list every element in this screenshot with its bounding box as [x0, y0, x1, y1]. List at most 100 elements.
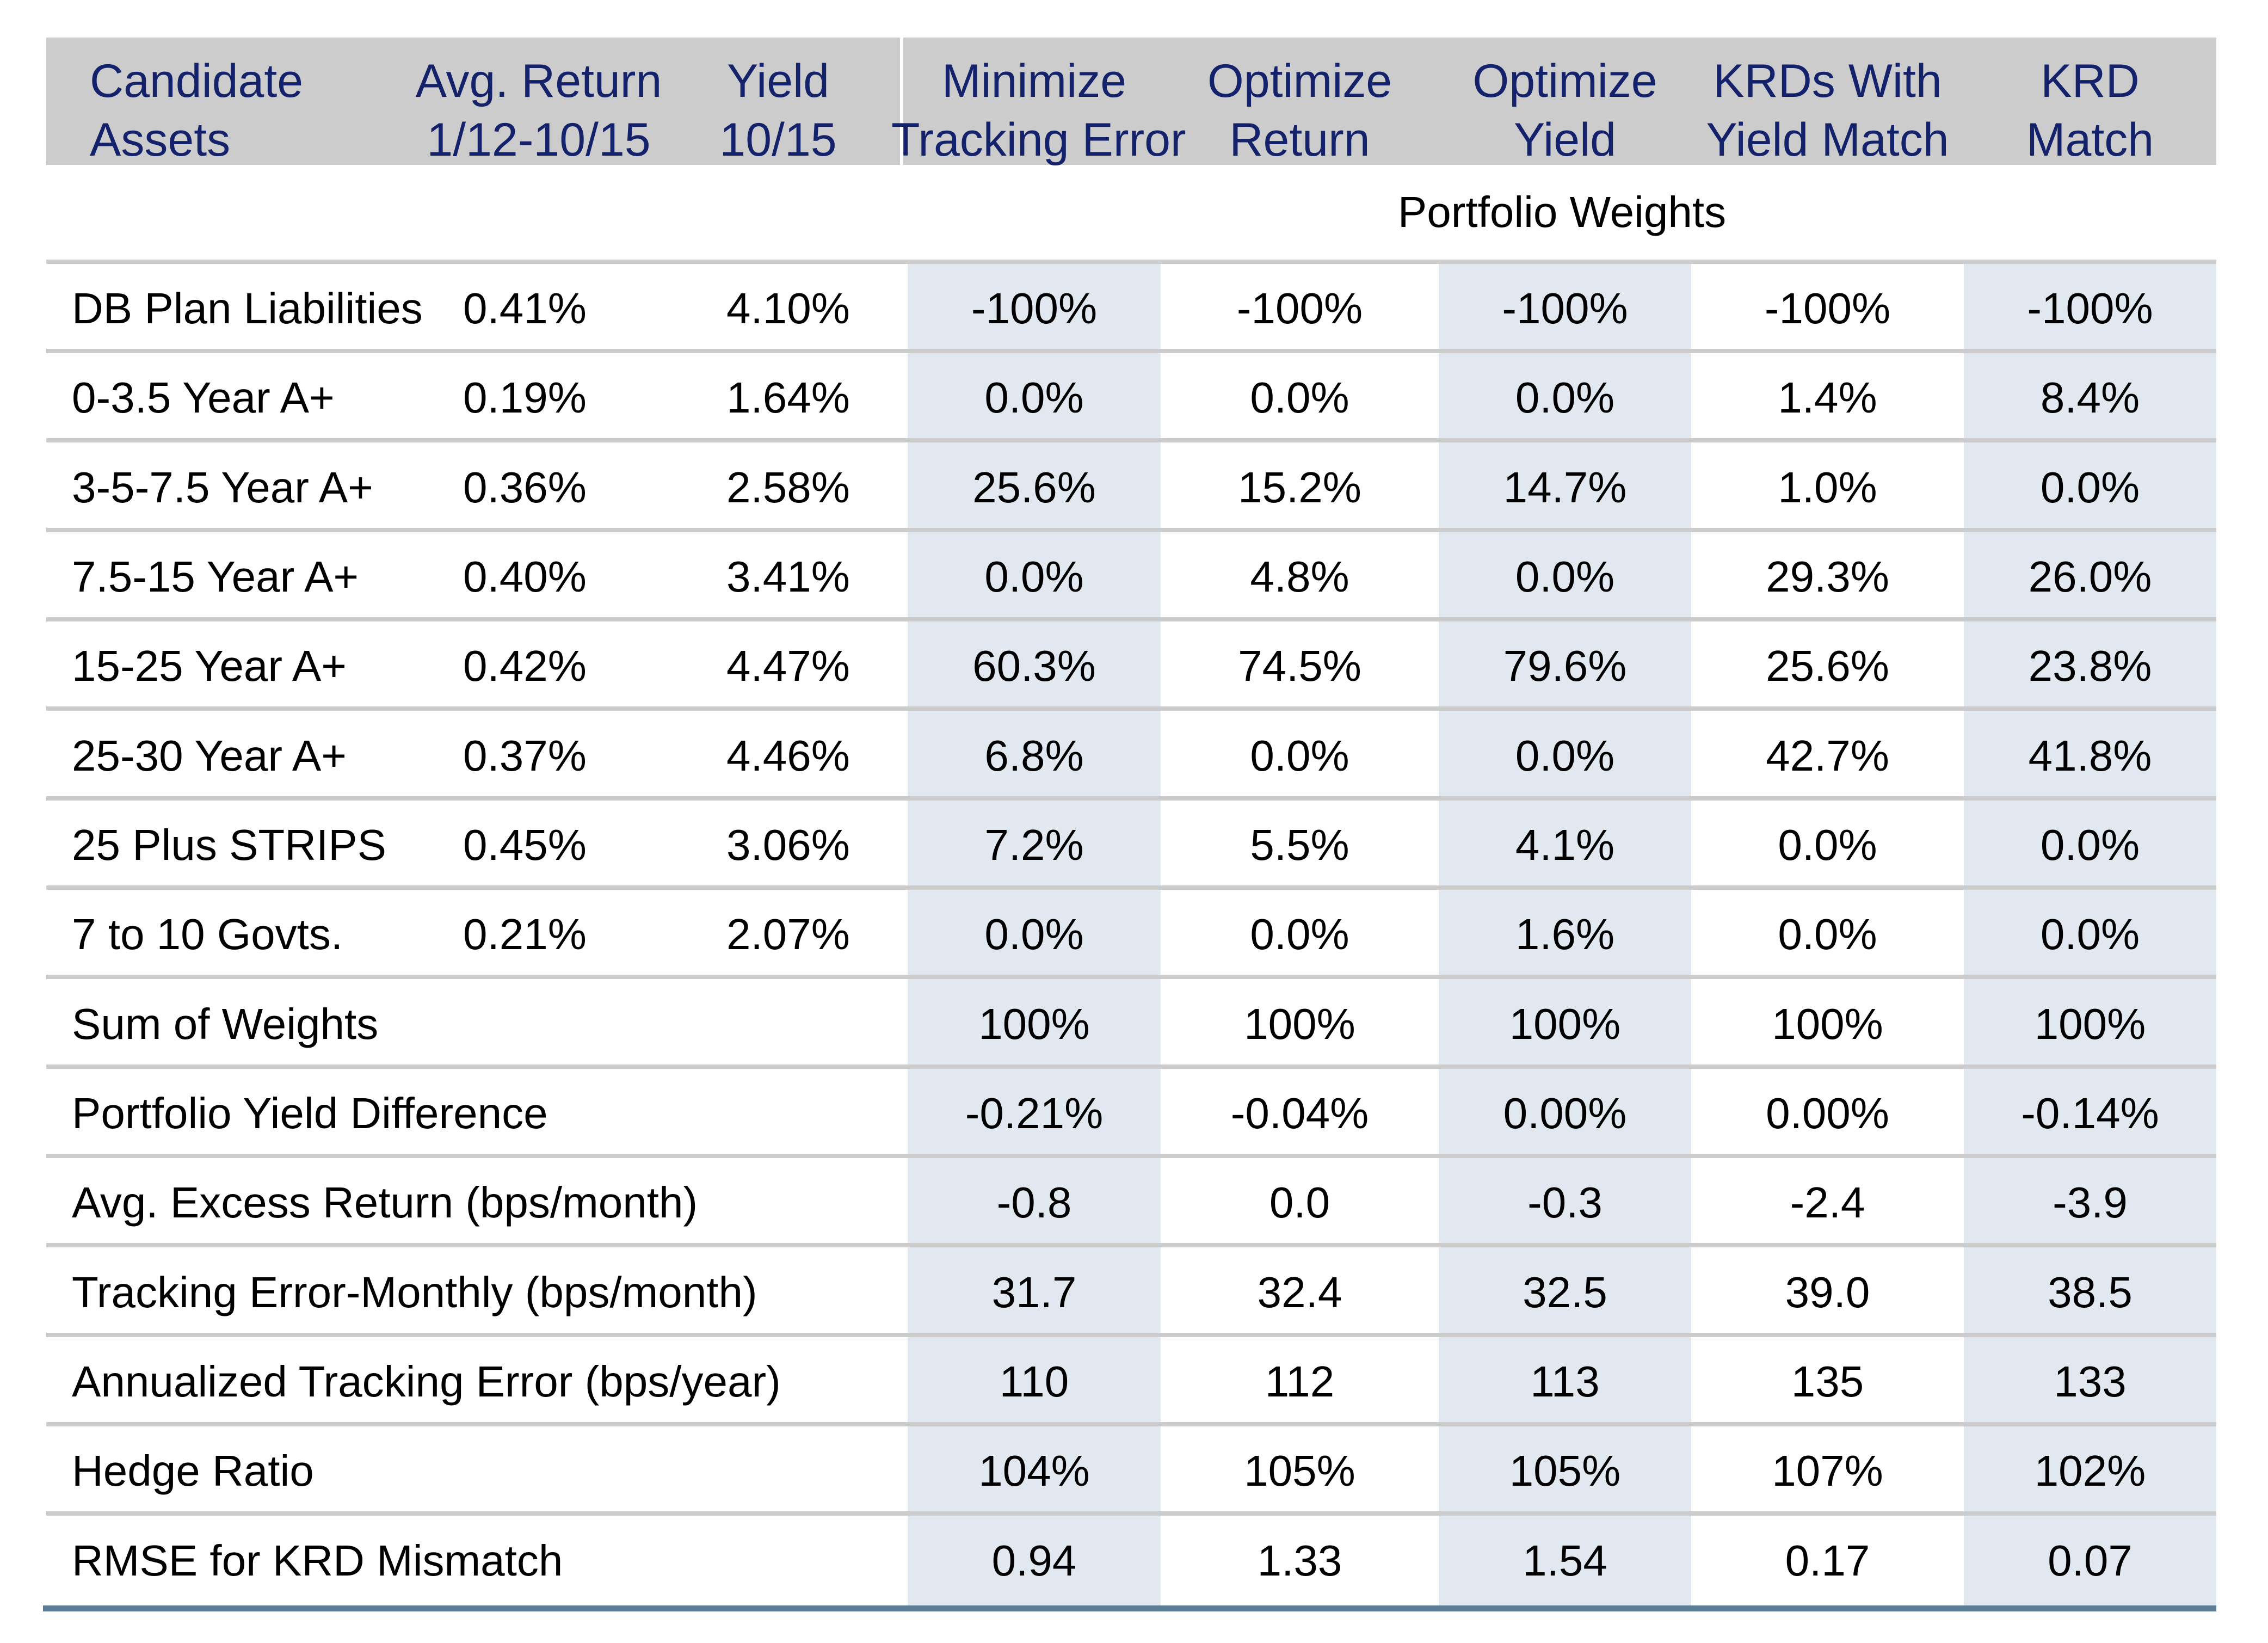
weight-cell: 1.54	[1523, 1536, 1607, 1585]
table-row-hedge-ratio: Hedge Ratio 104% 105% 105% 107% 102%	[46, 1426, 2216, 1511]
weight-cell: -0.04%	[1230, 1089, 1369, 1137]
weight-cell: 15.2%	[1238, 463, 1361, 512]
weight-cell: 6.8%	[984, 731, 1084, 780]
yield-cell: 3.41%	[726, 552, 850, 601]
weight-cell: 0.0%	[1250, 910, 1349, 958]
row-label: 7 to 10 Govts.	[72, 910, 343, 958]
weight-cell: 100%	[1509, 1000, 1621, 1048]
header-line: Avg. Return	[415, 55, 662, 107]
weight-cell: 105%	[1509, 1447, 1621, 1495]
avg-return-cell: 0.41%	[463, 284, 587, 333]
weight-cell: 135	[1791, 1357, 1864, 1406]
table-row-25-plus-strips: 25 Plus STRIPS 0.45% 3.06% 7.2% 5.5% 4.1% 0.0%…	[46, 801, 2216, 885]
weight-cell: 107%	[1772, 1447, 1883, 1495]
weight-cell: 25.6%	[1766, 642, 1889, 690]
avg-return-cell: 0.21%	[463, 910, 587, 958]
row-rule	[46, 260, 2216, 264]
header-line: 10/15	[719, 114, 837, 166]
table-row-7-5-15-year-a: 7.5-15 Year A+ 0.40% 3.41% 0.0% 4.8% 0.0% 29.3…	[46, 532, 2216, 617]
weight-cell: 39.0	[1785, 1268, 1870, 1316]
row-rule	[46, 617, 2216, 621]
table-row-0-3-5-year-a: 0-3.5 Year A+ 0.19% 1.64% 0.0% 0.0% 0.0% 1.4% 8…	[46, 353, 2216, 438]
weight-cell: 0.0%	[2040, 821, 2140, 869]
header-line: Yield	[726, 55, 830, 107]
header-line: Optimize	[1472, 55, 1657, 107]
row-rule	[46, 438, 2216, 442]
table-row-avg-excess-return-bps-month: Avg. Excess Return (bps/month) -0.8 0.0 -0.…	[46, 1158, 2216, 1243]
weight-cell: 8.4%	[2040, 373, 2140, 422]
header-line: Match	[2026, 114, 2154, 166]
header-line: KRD	[2041, 55, 2140, 107]
weight-cell: 31.7	[991, 1268, 1077, 1316]
table-row-sum-of-weights: Sum of Weights 100% 100% 100% 100% 100%	[46, 980, 2216, 1064]
avg-return-cell: 0.19%	[463, 373, 587, 422]
avg-return-cell: 0.45%	[463, 821, 587, 869]
weight-cell: 1.4%	[1778, 373, 1877, 422]
weight-cell: 0.0%	[1250, 373, 1349, 422]
weight-cell: 0.0%	[1250, 731, 1349, 780]
weight-cell: 79.6%	[1503, 642, 1627, 690]
weight-cell: 0.0	[1269, 1178, 1330, 1227]
header-yield: Yield 10/15	[697, 52, 860, 169]
weight-cell: 25.6%	[972, 463, 1096, 512]
weight-cell: 0.00%	[1766, 1089, 1889, 1137]
table-row-annualized-tracking-error-bps-year: Annualized Tracking Error (bps/year) 110 1…	[46, 1337, 2216, 1422]
portfolio-weights-label: Portfolio Weights	[1397, 188, 1727, 236]
header-line: Optimize	[1207, 55, 1392, 107]
weight-cell: -100%	[1764, 284, 1891, 333]
weight-cell: -100%	[2027, 284, 2153, 333]
header-line: Tracking Error	[891, 114, 1186, 166]
weight-cell: -2.4	[1790, 1178, 1865, 1227]
weight-cell: 112	[1265, 1357, 1335, 1406]
weight-cell: 113	[1530, 1357, 1600, 1406]
table-row-rmse-for-krd-mismatch: RMSE for KRD Mismatch 0.94 1.33 1.54 0.17 0.0…	[46, 1516, 2216, 1601]
table-bottom-rule	[43, 1605, 2216, 1611]
weight-cell: 0.0%	[984, 552, 1084, 601]
weight-cell: 42.7%	[1766, 731, 1889, 780]
header-strategy-krd-match: KRD Match	[1947, 52, 2233, 169]
row-label: 7.5-15 Year A+	[72, 552, 359, 601]
row-label: 25 Plus STRIPS	[72, 821, 387, 869]
header-strategy-optimize-return: Optimize Return	[1144, 52, 1455, 169]
weight-cell: 0.0%	[984, 910, 1084, 958]
weight-cell: 29.3%	[1766, 552, 1889, 601]
header-line: Yield	[1513, 114, 1617, 166]
header-line: Minimize	[941, 55, 1127, 107]
weight-cell: 74.5%	[1238, 642, 1361, 690]
row-rule	[46, 885, 2216, 890]
header-avg-return: Avg. Return 1/12-10/15	[381, 52, 697, 169]
row-label: RMSE for KRD Mismatch	[72, 1536, 563, 1585]
yield-cell: 4.47%	[726, 642, 850, 690]
row-label: Sum of Weights	[72, 1000, 379, 1048]
weight-cell: -0.8	[996, 1178, 1072, 1227]
yield-cell: 3.06%	[726, 821, 850, 869]
weight-cell: 102%	[2034, 1447, 2146, 1495]
weight-cell: 14.7%	[1503, 463, 1627, 512]
row-rule	[46, 1154, 2216, 1158]
header-strategy-krds-with-yield-match: KRDs With Yield Match	[1675, 52, 1980, 169]
yield-cell: 1.64%	[726, 373, 850, 422]
table-row-db-plan-liabilities: DB Plan Liabilities 0.41% 4.10% -100% -100% -…	[46, 264, 2216, 349]
weight-cell: 0.0%	[1515, 552, 1615, 601]
weight-cell: 32.4	[1257, 1268, 1342, 1316]
row-rule	[46, 796, 2216, 801]
header-line: KRDs With	[1713, 55, 1942, 107]
header-line: Candidate	[90, 55, 304, 107]
avg-return-cell: 0.42%	[463, 642, 587, 690]
weight-cell: 0.94	[991, 1536, 1077, 1585]
weight-cell: 0.0%	[2040, 463, 2140, 512]
table-row-3-5-7-5-year-a: 3-5-7.5 Year A+ 0.36% 2.58% 25.6% 15.2% 14.7%…	[46, 443, 2216, 528]
weight-cell: 41.8%	[2028, 731, 2152, 780]
weight-cell: -3.9	[2053, 1178, 2128, 1227]
weight-cell: 60.3%	[972, 642, 1096, 690]
header-strategy-minimize-tracking-error: Minimize Tracking Error	[891, 52, 1186, 169]
weight-cell: 0.0%	[1515, 373, 1615, 422]
yield-cell: 4.46%	[726, 731, 850, 780]
header-strategy-optimize-yield: Optimize Yield	[1422, 52, 1708, 169]
row-label: Tracking Error-Monthly (bps/month)	[72, 1268, 757, 1316]
weight-cell: -100%	[1502, 284, 1628, 333]
weight-cell: 100%	[2034, 1000, 2146, 1048]
weight-cell: 1.33	[1257, 1536, 1342, 1585]
weight-cell: 0.0%	[1778, 910, 1877, 958]
yield-cell: 2.07%	[726, 910, 850, 958]
